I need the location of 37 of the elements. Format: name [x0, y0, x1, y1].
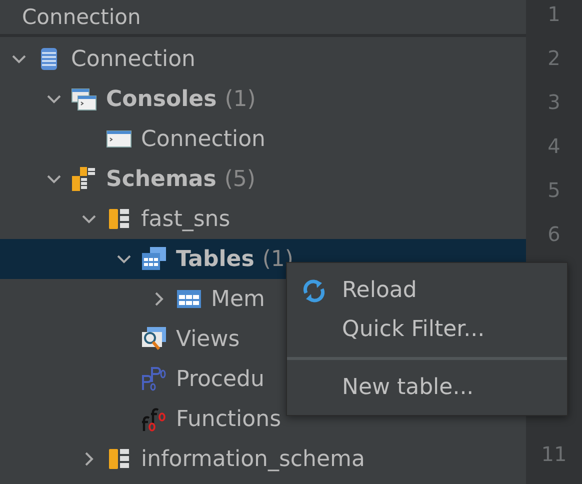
node-label: Consoles: [106, 86, 217, 112]
node-count: (5): [224, 166, 256, 192]
line-number: 2: [548, 45, 560, 72]
panel-title: Connection: [22, 4, 141, 30]
schemas-icon: [71, 166, 97, 192]
functions-icon: [141, 406, 167, 432]
node-label: Views: [176, 326, 240, 352]
procedures-icon: [141, 366, 167, 392]
schema-icon: [106, 206, 132, 232]
line-number: 4: [548, 133, 560, 160]
node-label: Connection: [141, 126, 266, 152]
line-number: 6: [548, 221, 560, 248]
refresh-icon: [301, 278, 327, 304]
node-label: Connection: [71, 46, 196, 72]
menu-item[interactable]: Quick Filter...: [287, 310, 567, 349]
line-number: 11: [541, 441, 567, 468]
views-icon: [141, 326, 167, 352]
node-count: (1): [224, 86, 256, 112]
tree-row[interactable]: Schemas (5): [0, 159, 526, 199]
node-label: fast_sns: [141, 206, 230, 232]
tree-row[interactable]: Connection: [0, 119, 526, 159]
tree-row[interactable]: information_schema: [0, 439, 526, 479]
line-number: 3: [548, 89, 560, 116]
node-label: Tables: [176, 246, 254, 272]
tree-row[interactable]: Consoles (1): [0, 79, 526, 119]
node-label: Functions: [176, 406, 282, 432]
schema-icon: [106, 446, 132, 472]
tree-row[interactable]: fast_sns: [0, 199, 526, 239]
line-number: 5: [548, 177, 560, 204]
node-label: Mem: [211, 286, 265, 312]
tree-row[interactable]: Connection: [0, 39, 526, 79]
console-windows-icon: [71, 86, 97, 112]
line-number: 1: [548, 1, 560, 28]
node-label: Schemas: [106, 166, 216, 192]
tables-icon: [141, 246, 167, 272]
node-label: Procedu: [176, 366, 264, 392]
node-label: information_schema: [141, 446, 365, 472]
